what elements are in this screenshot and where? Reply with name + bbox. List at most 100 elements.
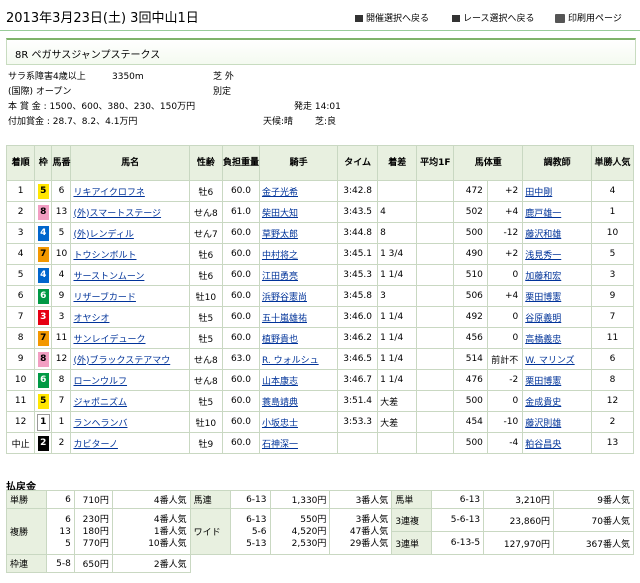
print-link[interactable]: 印刷用ページ (555, 11, 622, 24)
jockey-link[interactable]: 五十嵐雄祐 (262, 314, 307, 324)
jockey-link[interactable]: 金子光希 (262, 188, 298, 198)
trainer-link-cell[interactable]: 栗田博憲 (522, 285, 592, 307)
trainer-link[interactable]: 金成貴史 (525, 398, 561, 408)
jockey-link[interactable]: 中村将之 (262, 251, 298, 261)
horse-name-link[interactable]: トウシンボルト (73, 251, 136, 261)
horse-name-link[interactable]: サーストンムーン (73, 272, 144, 282)
horse-name-link[interactable]: オヤシオ (73, 314, 109, 324)
jockey-link-cell[interactable]: 植野貴也 (258, 327, 339, 349)
jockey-link-cell[interactable]: 中村将之 (258, 243, 339, 265)
horse-name-link[interactable]: リザーブカード (73, 293, 135, 303)
horse-name-link-cell[interactable]: リザーブカード (70, 285, 190, 307)
trainer-link-cell[interactable]: 高橋義忠 (522, 327, 592, 349)
race-time: 3:46.7 (337, 369, 379, 391)
horse-name-link-cell[interactable]: カビターノ (70, 432, 190, 454)
trainer-link-cell[interactable]: 谷原義明 (522, 306, 592, 328)
jockey-link-cell[interactable]: R. ウォルシュ (258, 348, 339, 370)
jockey-link[interactable]: 小坂忠士 (262, 419, 298, 429)
printer-icon (555, 14, 565, 23)
horse-name-link[interactable]: サンレイデューク (73, 335, 145, 345)
horse-name-link[interactable]: (外)ブラックステアマウ (73, 356, 170, 366)
jockey-link-cell[interactable]: 山本康志 (258, 369, 339, 391)
trainer-link[interactable]: 田中剛 (525, 188, 552, 198)
horse-name-link[interactable]: (外)レンディル (73, 230, 133, 240)
horse-name-link-cell[interactable]: (外)ブラックステアマウ (70, 348, 190, 370)
jockey-link-cell[interactable]: 石神深一 (258, 432, 339, 454)
horse-name-link-cell[interactable]: サンレイデューク (70, 327, 190, 349)
trainer-link[interactable]: 栗田博憲 (525, 293, 561, 303)
trainer-link[interactable]: 谷原義明 (525, 314, 561, 324)
body-weight-diff: 0 (486, 306, 524, 328)
jockey-link[interactable]: 植野貴也 (262, 335, 298, 345)
trainer-link-cell[interactable]: 藤沢和雄 (522, 222, 592, 244)
trainer-link[interactable]: 浅見秀一 (525, 251, 561, 261)
horse-name-link-cell[interactable]: (外)レンディル (70, 222, 190, 244)
avg-furlong (416, 264, 455, 286)
jockey-link-cell[interactable]: 蓑島靖典 (258, 390, 339, 412)
trainer-link-cell[interactable]: 金成貴史 (522, 390, 592, 412)
horse-name-link-cell[interactable]: サーストンムーン (70, 264, 190, 286)
sex-age: 牡6 (188, 180, 223, 202)
trainer-link[interactable]: W. マリンズ (525, 356, 574, 366)
carried-weight: 60.0 (221, 180, 260, 202)
trainer-link-cell[interactable]: 鹿戸雄一 (522, 201, 592, 223)
trainer-link[interactable]: 藤沢和雄 (525, 230, 561, 240)
horse-number: 12 (51, 348, 72, 370)
body-weight-diff: 0 (486, 327, 524, 349)
jockey-link[interactable]: 柴田大知 (262, 209, 298, 219)
trainer-link[interactable]: 高橋義忠 (525, 335, 561, 345)
jockey-link[interactable]: 江田勇亮 (262, 272, 298, 282)
jockey-link[interactable]: 草野太郎 (262, 230, 298, 240)
trainer-link-cell[interactable]: 加藤和宏 (522, 264, 592, 286)
horse-name-link[interactable]: (外)スマートステージ (73, 209, 161, 219)
trainer-link[interactable]: 鹿戸雄一 (525, 209, 561, 219)
jockey-link-cell[interactable]: 五十嵐雄祐 (258, 306, 339, 328)
horse-name-link-cell[interactable]: ローンウルフ (70, 369, 190, 391)
result-position: 1 (5, 180, 36, 202)
trainer-link-cell[interactable]: 粕谷昌央 (522, 432, 592, 454)
horse-name-link[interactable]: ランヘランバ (73, 419, 127, 429)
race-condition: 別定 (213, 87, 232, 97)
trainer-link-cell[interactable]: 栗田博憲 (522, 369, 592, 391)
horse-name-link-cell[interactable]: (外)スマートステージ (70, 201, 190, 223)
jockey-link-cell[interactable]: 江田勇亮 (258, 264, 339, 286)
umaren-pop: 3番人気 (329, 490, 393, 509)
santan-combo: 6-13-5 (431, 531, 485, 555)
trainer-link-cell[interactable]: 浅見秀一 (522, 243, 592, 265)
jockey-link-cell[interactable]: 草野太郎 (258, 222, 339, 244)
trainer-link[interactable]: 栗田博憲 (525, 377, 561, 387)
jockey-link[interactable]: R. ウォルシュ (262, 356, 319, 366)
horse-name-link-cell[interactable]: トウシンボルト (70, 243, 190, 265)
jockey-link[interactable]: 浜野谷憲尚 (262, 293, 307, 303)
jockey-link[interactable]: 石神深一 (262, 440, 298, 450)
horse-name-link-cell[interactable]: オヤシオ (70, 306, 190, 328)
carried-weight: 60.0 (221, 306, 260, 328)
horse-name-link[interactable]: ジャポニズム (73, 398, 127, 408)
gate-number-cell: 6 (34, 285, 53, 307)
jockey-link-cell[interactable]: 小坂忠士 (258, 411, 339, 433)
trainer-link-cell[interactable]: 藤沢則雄 (522, 411, 592, 433)
horse-name-link-cell[interactable]: ランヘランバ (70, 411, 190, 433)
popularity: 7 (590, 306, 635, 328)
horse-name-link-cell[interactable]: ジャポニズム (70, 390, 190, 412)
trainer-link-cell[interactable]: W. マリンズ (522, 348, 592, 370)
horse-name-link[interactable]: カビターノ (73, 440, 117, 450)
jockey-link-cell[interactable]: 浜野谷憲尚 (258, 285, 339, 307)
nav-meeting-link[interactable]: 開催選択へ戻る (355, 11, 429, 24)
horse-name-link[interactable]: ローンウルフ (73, 377, 127, 387)
table-row: 中止 2 2 カビターノ 牡9 60.0 石神深一 500 -4 粕谷昌央 13 (5, 432, 635, 454)
horse-name-link-cell[interactable]: リキアイクロフネ (70, 180, 190, 202)
trainer-link-cell[interactable]: 田中剛 (522, 180, 592, 202)
jockey-link[interactable]: 蓑島靖典 (262, 398, 298, 408)
horse-name-link[interactable]: リキアイクロフネ (73, 188, 144, 198)
col-header: 着差 (377, 145, 418, 181)
trainer-link[interactable]: 藤沢則雄 (525, 419, 561, 429)
gate-number: 8 (37, 204, 49, 220)
nav-race-link[interactable]: レース選択へ戻る (452, 11, 535, 24)
jockey-link-cell[interactable]: 金子光希 (258, 180, 339, 202)
jockey-link-cell[interactable]: 柴田大知 (258, 201, 339, 223)
trainer-link[interactable]: 粕谷昌央 (525, 440, 561, 450)
gate-number-cell: 4 (34, 264, 53, 286)
jockey-link[interactable]: 山本康志 (262, 377, 298, 387)
trainer-link[interactable]: 加藤和宏 (525, 272, 561, 282)
